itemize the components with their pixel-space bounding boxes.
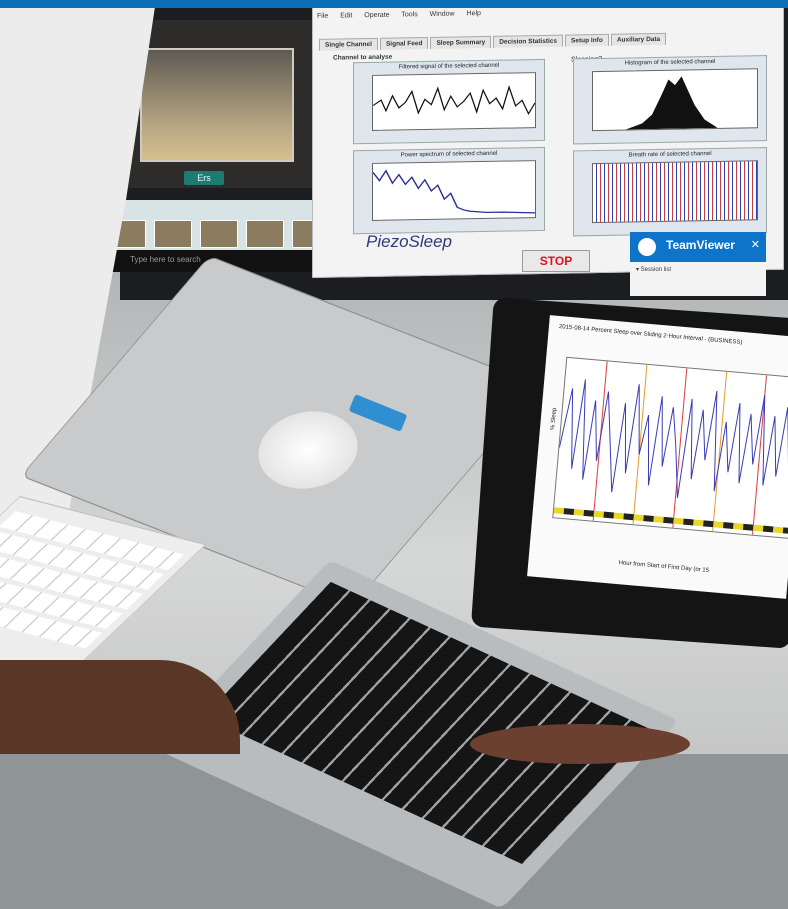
teamviewer-title: TeamViewer [666, 238, 735, 252]
power-spectrum-panel: Power spectrum of selected channel [353, 146, 545, 235]
breath-rate-panel: Breath rate of selected channel [573, 147, 767, 237]
menu-file[interactable]: File [317, 13, 328, 20]
thumbnail[interactable] [154, 220, 192, 248]
thumbnail-strip [100, 200, 340, 255]
channel-label: Channel to analyse [333, 53, 393, 62]
menu-help[interactable]: Help [467, 10, 481, 17]
thumbnail[interactable] [246, 220, 284, 248]
tab-sleep-summary[interactable]: Sleep Summary [430, 35, 492, 49]
teamviewer-panel: TeamViewer ✕ ▾ Session list [630, 232, 766, 296]
menu-window[interactable]: Window [430, 11, 455, 18]
histogram-panel: Histogram of the selected channel [573, 55, 767, 145]
thumbnail[interactable] [200, 220, 238, 248]
x-axis-label: Hour from Start of First Day (or 15 [618, 560, 710, 574]
menu-edit[interactable]: Edit [340, 12, 352, 19]
cage-video-image [140, 48, 294, 162]
session-list[interactable]: ▾ Session list [630, 262, 766, 277]
stop-button[interactable]: STOP [522, 250, 590, 272]
menu-bar: File Edit Operate Tools Window Help [317, 10, 491, 20]
tab-decision-statistics[interactable]: Decision Statistics [493, 34, 564, 48]
teamviewer-logo-icon [638, 238, 656, 256]
tab-auxiliary-data[interactable]: Auxiliary Data [610, 32, 667, 46]
y-axis-label: % Sleep [550, 407, 559, 431]
tab-bar: Single Channel Signal Feed Sleep Summary De… [319, 32, 668, 51]
filtered-signal-panel: Filtered signal of the selected channel [353, 58, 545, 145]
menu-tools[interactable]: Tools [401, 11, 417, 18]
tab-setup-info[interactable]: Setup Info [565, 33, 609, 47]
spectrum-plot [372, 160, 536, 221]
sleep-series [558, 379, 788, 499]
piezosleep-brand: PiezoSleep [366, 232, 453, 251]
day-gridlines [592, 361, 767, 535]
signal-plot [372, 72, 536, 131]
close-icon[interactable]: ✕ [751, 238, 760, 251]
photo-scene: Ers Type here to search File Edit Operat… [0, 0, 788, 909]
panel-title: Filtered signal of the selected channel [398, 62, 500, 71]
tab-single-channel[interactable]: Single Channel [319, 37, 378, 51]
sleep-plot [552, 356, 788, 540]
panel-title: Histogram of the selected channel [624, 58, 716, 67]
histogram-plot [592, 68, 758, 132]
video-button[interactable]: Ers [184, 171, 224, 185]
breath-plot [592, 160, 758, 224]
top-accent-bar [0, 0, 788, 8]
menu-operate[interactable]: Operate [364, 12, 389, 19]
teamviewer-body: ▾ Session list [630, 262, 766, 296]
hand-right [470, 724, 690, 764]
hand-left [0, 660, 240, 754]
panel-title: Breath rate of selected channel [628, 151, 712, 159]
panel-title: Power spectrum of selected channel [400, 150, 498, 159]
macbook-screen: 2015-08-14 Percent Sleep over Sliding 2-… [527, 315, 788, 599]
tab-signal-feed[interactable]: Signal Feed [379, 36, 429, 50]
